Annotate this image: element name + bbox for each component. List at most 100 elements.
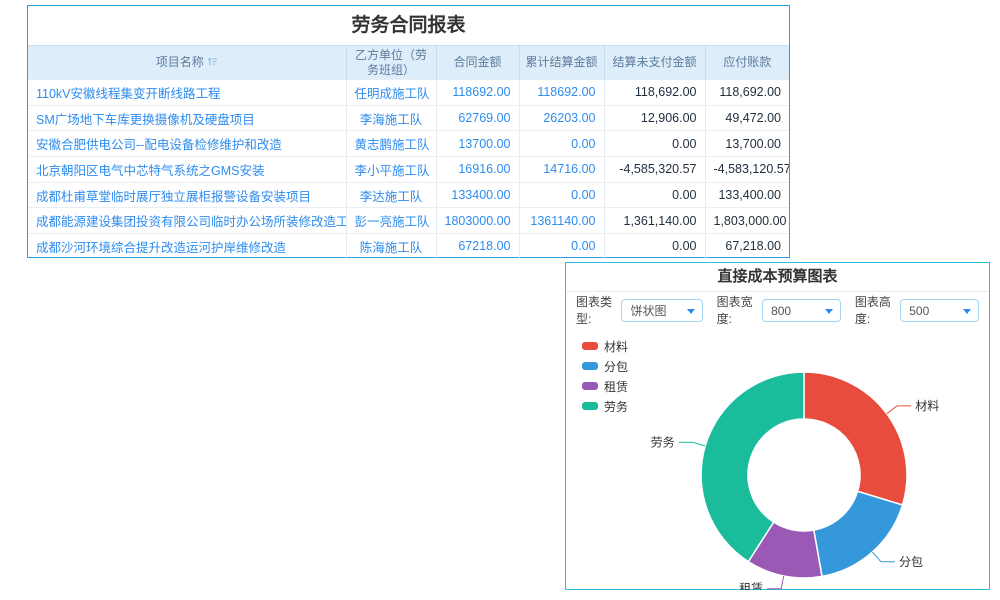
slice-label-材料: 材料 <box>915 399 939 413</box>
slice-label-租赁: 租赁 <box>739 582 763 590</box>
amount-cell: 李小平施工队 <box>346 157 436 183</box>
chart-height-select[interactable]: 500 <box>900 299 979 322</box>
amount-cell: 0.00 <box>604 182 705 208</box>
amount-cell: 0.00 <box>604 234 705 259</box>
amount-cell: 13,700.00 <box>705 131 789 157</box>
chart-type-select[interactable]: 饼状图 <box>621 299 702 322</box>
amount-cell: 0.00 <box>604 131 705 157</box>
amount-cell: 67218.00 <box>436 234 519 259</box>
amount-cell: 李海施工队 <box>346 105 436 131</box>
labor-contract-report-panel: 劳务合同报表 项目名称 乙方单位（劳务班组） 合同金额 累计结算金额 结算未支付… <box>27 5 790 258</box>
amount-cell: -4,585,320.57 <box>604 157 705 183</box>
column-header-contract-amount: 合同金额 <box>436 46 519 80</box>
amount-cell: 67,218.00 <box>705 234 789 259</box>
project-name-cell[interactable]: 110kV安徽线程集变开断线路工程 <box>28 80 346 106</box>
legend-item-materials[interactable]: 材料 <box>582 336 628 356</box>
amount-cell: 16916.00 <box>436 157 519 183</box>
table-row: 安徽合肥供电公司--配电设备检修维护和改造黄志鹏施工队13700.000.000… <box>28 131 789 157</box>
amount-cell: 118692.00 <box>519 80 604 106</box>
amount-cell: 1361140.00 <box>519 208 604 234</box>
labor-contract-table: 项目名称 乙方单位（劳务班组） 合同金额 累计结算金额 结算未支付金额 应付账款… <box>28 46 789 259</box>
slice-label-分包: 分包 <box>899 555 923 569</box>
chart-width-control: 图表宽度: 800 <box>717 293 841 327</box>
chart-height-label: 图表高度: <box>855 293 895 327</box>
label-leader-line <box>887 406 911 414</box>
project-name-cell[interactable]: SM广场地下车库更换摄像机及硬盘项目 <box>28 105 346 131</box>
legend-swatch <box>582 402 598 410</box>
pie-slice-材料[interactable] <box>804 372 907 505</box>
chart-width-value: 800 <box>771 304 791 318</box>
legend-swatch <box>582 342 598 350</box>
amount-cell: 118,692.00 <box>705 80 789 106</box>
pie-slice-分包[interactable] <box>814 491 903 576</box>
table-row: 110kV安徽线程集变开断线路工程任明成施工队118692.00118692.0… <box>28 80 789 106</box>
chart-legend: 材料 分包 租赁 劳务 <box>582 336 628 416</box>
label-leader-line <box>872 552 895 562</box>
amount-cell: 49,472.00 <box>705 105 789 131</box>
label-leader-line <box>767 576 784 589</box>
amount-cell: 118692.00 <box>436 80 519 106</box>
column-header-unpaid-amount: 结算未支付金额 <box>604 46 705 80</box>
amount-cell: -4,583,120.57 <box>705 157 789 183</box>
report-title: 劳务合同报表 <box>28 6 789 46</box>
legend-swatch <box>582 382 598 390</box>
table-row: 成都能源建设集团投资有限公司临时办公场所装修改造工程EPC彭一亮施工队18030… <box>28 208 789 234</box>
chart-title: 直接成本预算图表 <box>566 263 989 292</box>
chart-controls: 图表类型: 饼状图 图表宽度: 800 图表高度: 500 <box>566 292 989 328</box>
amount-cell: 12,906.00 <box>604 105 705 131</box>
column-header-settled-amount: 累计结算金额 <box>519 46 604 80</box>
donut-chart: 材料分包租赁劳务 <box>566 328 991 590</box>
amount-cell: 黄志鹏施工队 <box>346 131 436 157</box>
legend-item-subcontract[interactable]: 分包 <box>582 356 628 376</box>
table-row: SM广场地下车库更换摄像机及硬盘项目李海施工队62769.0026203.001… <box>28 105 789 131</box>
legend-item-rental[interactable]: 租赁 <box>582 376 628 396</box>
amount-cell: 1,803,000.00 <box>705 208 789 234</box>
legend-swatch <box>582 362 598 370</box>
chart-width-label: 图表宽度: <box>717 293 757 327</box>
amount-cell: 李达施工队 <box>346 182 436 208</box>
direct-cost-chart-panel: 直接成本预算图表 图表类型: 饼状图 图表宽度: 800 图表高度: 500 材… <box>565 262 990 590</box>
amount-cell: 14716.00 <box>519 157 604 183</box>
amount-cell: 1803000.00 <box>436 208 519 234</box>
amount-cell: 0.00 <box>519 131 604 157</box>
table-row: 成都沙河环境综合提升改造运河护岸维修改造陈海施工队67218.000.000.0… <box>28 234 789 259</box>
column-header-party-b: 乙方单位（劳务班组） <box>346 46 436 80</box>
project-name-cell[interactable]: 北京朝阳区电气中芯特气系统之GMS安装 <box>28 157 346 183</box>
project-name-cell[interactable]: 成都沙河环境综合提升改造运河护岸维修改造 <box>28 234 346 259</box>
column-header-payable: 应付账款 <box>705 46 789 80</box>
amount-cell: 0.00 <box>519 182 604 208</box>
amount-cell: 0.00 <box>519 234 604 259</box>
chevron-down-icon <box>825 309 833 314</box>
report-table-body: 110kV安徽线程集变开断线路工程任明成施工队118692.00118692.0… <box>28 80 789 259</box>
chart-area: 材料分包租赁劳务 材料 分包 租赁 劳务 <box>566 328 991 590</box>
table-row: 北京朝阳区电气中芯特气系统之GMS安装李小平施工队16916.0014716.0… <box>28 157 789 183</box>
chevron-down-icon <box>687 309 695 314</box>
project-name-cell[interactable]: 成都能源建设集团投资有限公司临时办公场所装修改造工程EPC <box>28 208 346 234</box>
amount-cell: 26203.00 <box>519 105 604 131</box>
amount-cell: 1,361,140.00 <box>604 208 705 234</box>
legend-item-labor[interactable]: 劳务 <box>582 396 628 416</box>
sort-icon[interactable] <box>207 56 218 70</box>
amount-cell: 62769.00 <box>436 105 519 131</box>
chart-width-select[interactable]: 800 <box>762 299 841 322</box>
amount-cell: 133400.00 <box>436 182 519 208</box>
chart-type-control: 图表类型: 饼状图 <box>576 293 703 327</box>
chart-height-control: 图表高度: 500 <box>855 293 979 327</box>
project-name-cell[interactable]: 成都杜甫草堂临时展厅独立展柜报警设备安装项目 <box>28 182 346 208</box>
amount-cell: 陈海施工队 <box>346 234 436 259</box>
column-header-project-name[interactable]: 项目名称 <box>28 46 346 80</box>
slice-label-劳务: 劳务 <box>651 434 675 449</box>
amount-cell: 任明成施工队 <box>346 80 436 106</box>
project-name-cell[interactable]: 安徽合肥供电公司--配电设备检修维护和改造 <box>28 131 346 157</box>
chart-type-value: 饼状图 <box>630 304 666 318</box>
amount-cell: 彭一亮施工队 <box>346 208 436 234</box>
amount-cell: 133,400.00 <box>705 182 789 208</box>
chart-type-label: 图表类型: <box>576 293 616 327</box>
table-row: 成都杜甫草堂临时展厅独立展柜报警设备安装项目李达施工队133400.000.00… <box>28 182 789 208</box>
amount-cell: 13700.00 <box>436 131 519 157</box>
amount-cell: 118,692.00 <box>604 80 705 106</box>
label-leader-line <box>679 442 706 446</box>
chart-height-value: 500 <box>909 304 929 318</box>
header-row: 项目名称 乙方单位（劳务班组） 合同金额 累计结算金额 结算未支付金额 应付账款 <box>28 46 789 80</box>
chevron-down-icon <box>963 309 971 314</box>
